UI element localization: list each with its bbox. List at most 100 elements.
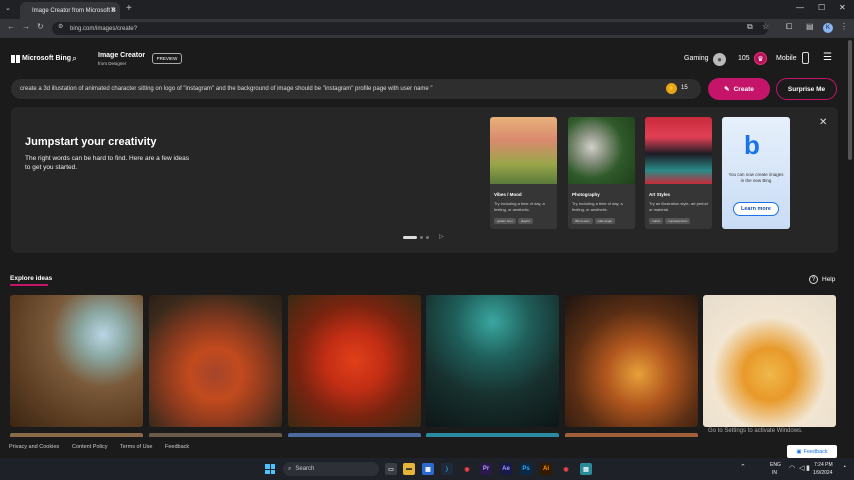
explore-image-pancakes[interactable] xyxy=(703,295,836,427)
sidepanel-icon[interactable]: ▤ xyxy=(806,22,814,31)
card-tag[interactable]: golden hour xyxy=(494,218,516,224)
feedback-icon: ▣ xyxy=(796,448,802,455)
taskbar-date[interactable]: 1/9/2024 xyxy=(813,470,832,476)
boost-coin-icon: ⚡ xyxy=(666,83,677,94)
scrollbar[interactable] xyxy=(848,40,852,160)
explore-image-maple-leaf[interactable] xyxy=(288,295,421,427)
explore-image-row2[interactable] xyxy=(10,433,143,437)
card-desc: Try including a time of day, a feeling, … xyxy=(494,201,545,212)
prompt-input[interactable]: create a 3d illustation of animated char… xyxy=(11,79,701,99)
create-label: Create xyxy=(733,85,754,93)
store-icon[interactable]: ▦ xyxy=(422,463,434,475)
tab-list-icon[interactable]: ⌄ xyxy=(5,4,11,12)
search-icon[interactable]: ⌕ xyxy=(72,53,77,64)
feedback-link[interactable]: Feedback xyxy=(165,444,189,450)
phone-icon[interactable] xyxy=(802,52,809,64)
extensions-icon[interactable]: ⧠ xyxy=(786,22,792,32)
card-tag[interactable]: impressionism xyxy=(665,218,691,224)
surprise-me-button[interactable]: Surprise Me xyxy=(776,78,837,100)
jumpstart-panel xyxy=(11,107,838,253)
app-icon[interactable]: ▤ xyxy=(580,463,592,475)
explore-image-row2[interactable] xyxy=(288,433,421,437)
premiere-icon[interactable]: Pr xyxy=(480,463,492,475)
after-effects-icon[interactable]: Ae xyxy=(500,463,512,475)
tab-title: Image Creator from Microsoft B xyxy=(32,7,116,14)
rewards-points[interactable]: 105 xyxy=(738,55,750,62)
idea-card-art-styles[interactable]: Art Styles Try an illustration style, ar… xyxy=(645,117,712,229)
volume-icon[interactable]: ◁ xyxy=(799,464,804,472)
explore-image-row2[interactable] xyxy=(426,433,559,437)
install-app-icon[interactable]: ⧉ xyxy=(747,22,753,32)
preview-badge: PREVIEW xyxy=(152,53,182,64)
chrome-profile-icon[interactable]: ◉ xyxy=(560,463,572,475)
tray-chevron-icon[interactable]: ⌃ xyxy=(740,463,746,471)
gaming-link[interactable]: Gaming xyxy=(684,55,709,62)
user-avatar-icon[interactable]: ● xyxy=(713,53,726,66)
card-desc: Try including a time of day, a feeling, … xyxy=(572,201,623,212)
close-window-icon[interactable]: ✕ xyxy=(839,3,846,12)
close-tab-icon[interactable]: ✕ xyxy=(110,6,116,14)
browser-menu-icon[interactable]: ⋮ xyxy=(840,22,848,31)
minimize-icon[interactable]: — xyxy=(796,3,804,12)
explore-image-cornucopia[interactable] xyxy=(565,295,698,427)
card-desc: Try an illustration style, art period or… xyxy=(649,201,708,212)
maximize-icon[interactable]: ☐ xyxy=(818,3,825,12)
terms-link[interactable]: Terms of Use xyxy=(120,444,152,450)
windows-start-icon[interactable] xyxy=(265,464,275,474)
card-tag[interactable]: matrix xyxy=(649,218,664,224)
url-field[interactable]: bing.com/images/create? xyxy=(52,22,768,35)
idea-card-vibes[interactable]: Vibes / Mood Try including a time of day… xyxy=(490,117,557,229)
microsoft-logo-icon xyxy=(11,55,20,63)
help-icon[interactable]: ? xyxy=(809,275,818,284)
profile-avatar[interactable]: K xyxy=(823,23,833,33)
battery-icon[interactable]: ▮ xyxy=(806,464,810,472)
brand-name[interactable]: Microsoft Bing xyxy=(22,55,71,62)
taskbar-time[interactable]: 7:24 PM xyxy=(814,462,833,468)
prompt-text: create a 3d illustation of animated char… xyxy=(20,86,433,92)
card-title: Photography xyxy=(572,192,600,197)
reload-icon[interactable]: ↻ xyxy=(37,22,44,31)
hamburger-menu-icon[interactable]: ☰ xyxy=(823,52,832,63)
learn-more-button[interactable]: Learn more xyxy=(733,202,779,216)
explore-image-row2[interactable] xyxy=(565,433,698,437)
region-indicator: IN xyxy=(772,470,777,476)
browser-tab[interactable]: Image Creator from Microsoft B ✕ xyxy=(20,2,120,19)
site-info-icon[interactable]: ⚙ xyxy=(58,23,63,30)
taskbar-search[interactable]: ⌕ Search xyxy=(283,462,379,476)
new-tab-icon[interactable]: + xyxy=(126,3,132,14)
file-explorer-icon[interactable]: ▬ xyxy=(403,463,415,475)
content-policy-link[interactable]: Content Policy xyxy=(72,444,107,450)
jumpstart-title: Jumpstart your creativity xyxy=(25,136,157,148)
forward-icon[interactable]: → xyxy=(22,22,30,31)
card-tag[interactable]: 35mm lens xyxy=(572,218,593,224)
card-tag[interactable]: playful xyxy=(517,218,533,224)
explore-image-castle[interactable] xyxy=(426,295,559,427)
card-image xyxy=(645,117,712,184)
vscode-icon[interactable]: ⟩ xyxy=(441,463,453,475)
mobile-link[interactable]: Mobile xyxy=(776,55,797,62)
carousel-next-icon[interactable]: ▷ xyxy=(439,233,444,240)
privacy-link[interactable]: Privacy and Cookies xyxy=(9,444,59,450)
task-view-icon[interactable]: ▭ xyxy=(385,463,397,475)
illustrator-icon[interactable]: Ai xyxy=(540,463,552,475)
photoshop-icon[interactable]: Ps xyxy=(520,463,532,475)
chrome-icon[interactable]: ◉ xyxy=(461,463,473,475)
card-tag[interactable]: wide angle xyxy=(594,218,616,224)
wifi-icon[interactable]: ◠ xyxy=(789,464,795,472)
language-indicator[interactable]: ENG xyxy=(770,462,781,468)
rewards-icon[interactable]: ♛ xyxy=(754,52,767,65)
explore-ideas-tab[interactable]: Explore ideas xyxy=(10,275,52,282)
create-button[interactable]: ✎ Create xyxy=(708,78,770,100)
explore-image-row2[interactable] xyxy=(149,433,282,437)
idea-card-photography[interactable]: Photography Try including a time of day,… xyxy=(568,117,635,229)
close-icon[interactable]: ✕ xyxy=(819,117,827,128)
carousel-dots[interactable] xyxy=(403,236,429,239)
explore-image-cabin[interactable] xyxy=(149,295,282,427)
explore-image-bears[interactable] xyxy=(10,295,143,427)
notification-icon[interactable]: ◔ xyxy=(842,464,846,471)
activate-windows-watermark: Go to Settings to activate Windows. xyxy=(708,428,803,434)
feedback-button[interactable]: ▣ Feedback xyxy=(787,445,837,458)
help-link[interactable]: Help xyxy=(822,276,835,283)
bookmark-star-icon[interactable]: ☆ xyxy=(762,22,769,31)
back-icon[interactable]: ← xyxy=(7,22,15,31)
